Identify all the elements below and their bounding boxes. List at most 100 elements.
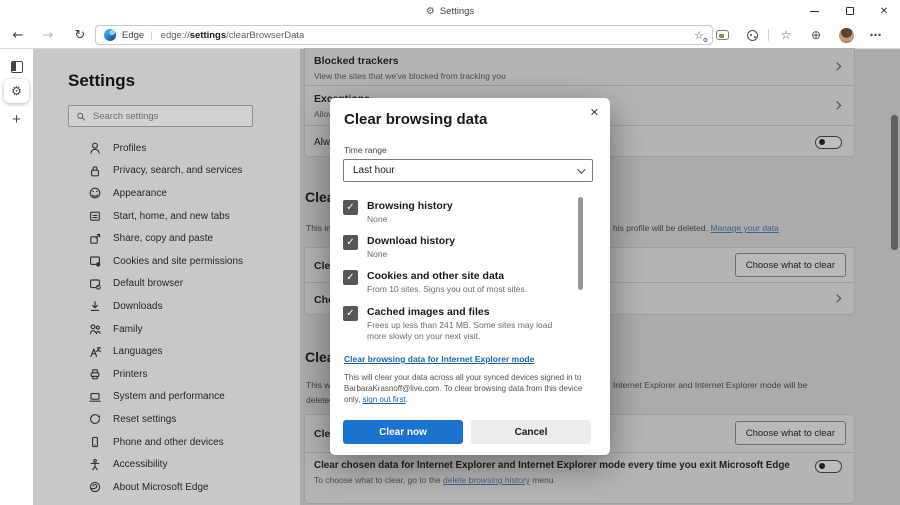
download-icon [88,299,102,313]
sidebar-item-reset-settings[interactable]: Reset settings [33,408,300,431]
page-scrollbar-thumb[interactable] [891,115,898,250]
close-window-button[interactable]: ✕ [872,0,896,22]
sync-note: This will clear your data across all you… [344,372,594,406]
shopping-button[interactable] [742,22,762,48]
cancel-button[interactable]: Cancel [471,420,591,444]
family-icon [88,322,102,336]
dialog-title: Clear browsing data [344,111,487,128]
url-text: edge://settings/clearBrowserData [161,30,305,41]
window-icon [88,209,102,223]
download-history-checkbox[interactable] [343,235,358,250]
edge-logo-icon [104,29,116,41]
cached-images-checkbox[interactable] [343,306,358,321]
sidebar-item-profiles[interactable]: Profiles [33,137,300,160]
download-history-item: Download historyNone [343,235,571,260]
profile-button[interactable] [836,22,856,48]
favorite-gear-icon: ⚙ [703,37,708,44]
back-button[interactable]: ← [8,22,28,48]
toolbar-divider [768,29,769,41]
chevron-down-icon [577,165,585,173]
browser-essentials-icon [716,30,729,40]
time-range-label: Time range [344,145,387,155]
browser-essentials-button[interactable] [712,22,732,48]
add-favorite-button[interactable]: ☆⚙ [694,29,704,42]
time-range-select[interactable]: Last hour [343,159,593,182]
sidebar-item-start-home-tabs[interactable]: Start, home, and new tabs [33,205,300,228]
cookies-checkbox[interactable] [343,270,358,285]
choose-what-to-clear-button[interactable]: Choose what to clear [735,253,846,277]
dialog-list-scrollbar-thumb[interactable] [578,197,583,290]
inprivate-strict-toggle[interactable] [815,136,842,149]
clear-browsing-data-dialog: ✕ Clear browsing data Time range Last ho… [330,98,610,455]
delete-browsing-history-link[interactable]: delete browsing history [443,475,530,485]
plus-icon: + [12,112,21,127]
settings-more-button[interactable]: ⋯ [866,22,886,48]
manage-your-data-link[interactable]: Manage your data [710,223,779,233]
search-icon [76,111,86,122]
blocked-trackers-row[interactable]: Blocked trackers View the sites that we'… [305,48,854,85]
window-tab[interactable]: ⚙ Settings [426,0,474,22]
site-permissions-icon [88,254,102,268]
sidebar-item-cookies-permissions[interactable]: Cookies and site permissions [33,250,300,273]
reset-icon [88,412,102,426]
site-brand-label: Edge [122,30,144,41]
browsing-history-checkbox[interactable] [343,200,358,215]
sidebar-item-family[interactable]: Family [33,318,300,341]
tab-title-label: Settings [440,6,474,17]
sidebar-item-system-performance[interactable]: System and performance [33,386,300,409]
minimize-button[interactable] [802,0,826,22]
share-icon [88,232,102,246]
ie-mode-clear-link[interactable]: Clear browsing data for Internet Explore… [344,354,534,364]
clear-now-button[interactable]: Clear now [343,420,463,444]
minimize-icon [810,11,819,12]
tab-panel-icon [11,61,23,73]
ie-clear-on-exit-toggle[interactable] [815,460,842,473]
time-range-value: Last hour [353,165,395,176]
sign-out-first-link[interactable]: sign out first [363,395,406,404]
maximize-icon [846,7,854,15]
favorites-button[interactable]: ☆ [776,22,796,48]
new-tab-button[interactable]: + [0,112,33,127]
sidebar-item-phone-devices[interactable]: Phone and other devices [33,431,300,454]
edge-window: ⚙ Settings ✕ ← → ↻ Edge | edge://setting… [0,0,900,505]
titlebar: ⚙ Settings ✕ [0,0,900,22]
sidebar-item-printers[interactable]: Printers [33,363,300,386]
sidebar-item-accessibility[interactable]: Accessibility [33,453,300,476]
cookies-item: Cookies and other site dataFrom 10 sites… [343,270,571,295]
edge-swirl-icon [88,480,102,494]
sidebar-item-about-edge[interactable]: About Microsoft Edge [33,476,300,499]
laptop-icon [88,390,102,404]
search-input[interactable] [93,111,245,122]
dialog-close-button[interactable]: ✕ [590,106,599,119]
sidebar-nav: Profiles Privacy, search, and services A… [33,137,300,499]
ie-clear-on-exit-subtitle: To choose what to clear, go to the delet… [314,475,842,485]
accessibility-icon [88,458,102,472]
settings-sidebar: Settings Profiles Privacy, search, and s… [33,49,300,505]
printer-icon [88,367,102,381]
browser-toolbar: ← → ↻ Edge | edge://settings/clearBrowse… [0,22,900,49]
tab-panel-button[interactable] [0,61,33,73]
browsing-history-item: Browsing historyNone [343,200,571,225]
sidebar-item-default-browser[interactable]: Default browser [33,273,300,296]
sidebar-item-share-copy-paste[interactable]: Share, copy and paste [33,227,300,250]
profiles-icon [88,141,102,155]
forward-button[interactable]: → [38,22,58,48]
sidebar-item-appearance[interactable]: Appearance [33,182,300,205]
sidebar-title: Settings [68,71,135,91]
profile-avatar [839,28,854,43]
active-settings-tab[interactable]: ⚙ [4,79,29,103]
sidebar-item-languages[interactable]: Languages [33,340,300,363]
ie-choose-what-to-clear-button[interactable]: Choose what to clear [735,421,846,445]
address-bar[interactable]: Edge | edge://settings/clearBrowserData … [95,25,713,45]
settings-gear-icon: ⚙ [426,6,435,17]
search-box[interactable] [68,105,253,127]
maximize-button[interactable] [838,0,862,22]
sidebar-item-downloads[interactable]: Downloads [33,295,300,318]
sidebar-item-privacy[interactable]: Privacy, search, and services [33,160,300,183]
refresh-button[interactable]: ↻ [70,22,90,48]
shopping-icon [747,30,758,41]
collections-button[interactable]: ⊕ [806,22,826,48]
languages-icon [88,345,102,359]
ie-clear-on-exit-row: Clear chosen data for Internet Explorer … [305,452,854,503]
palette-icon [88,186,102,200]
